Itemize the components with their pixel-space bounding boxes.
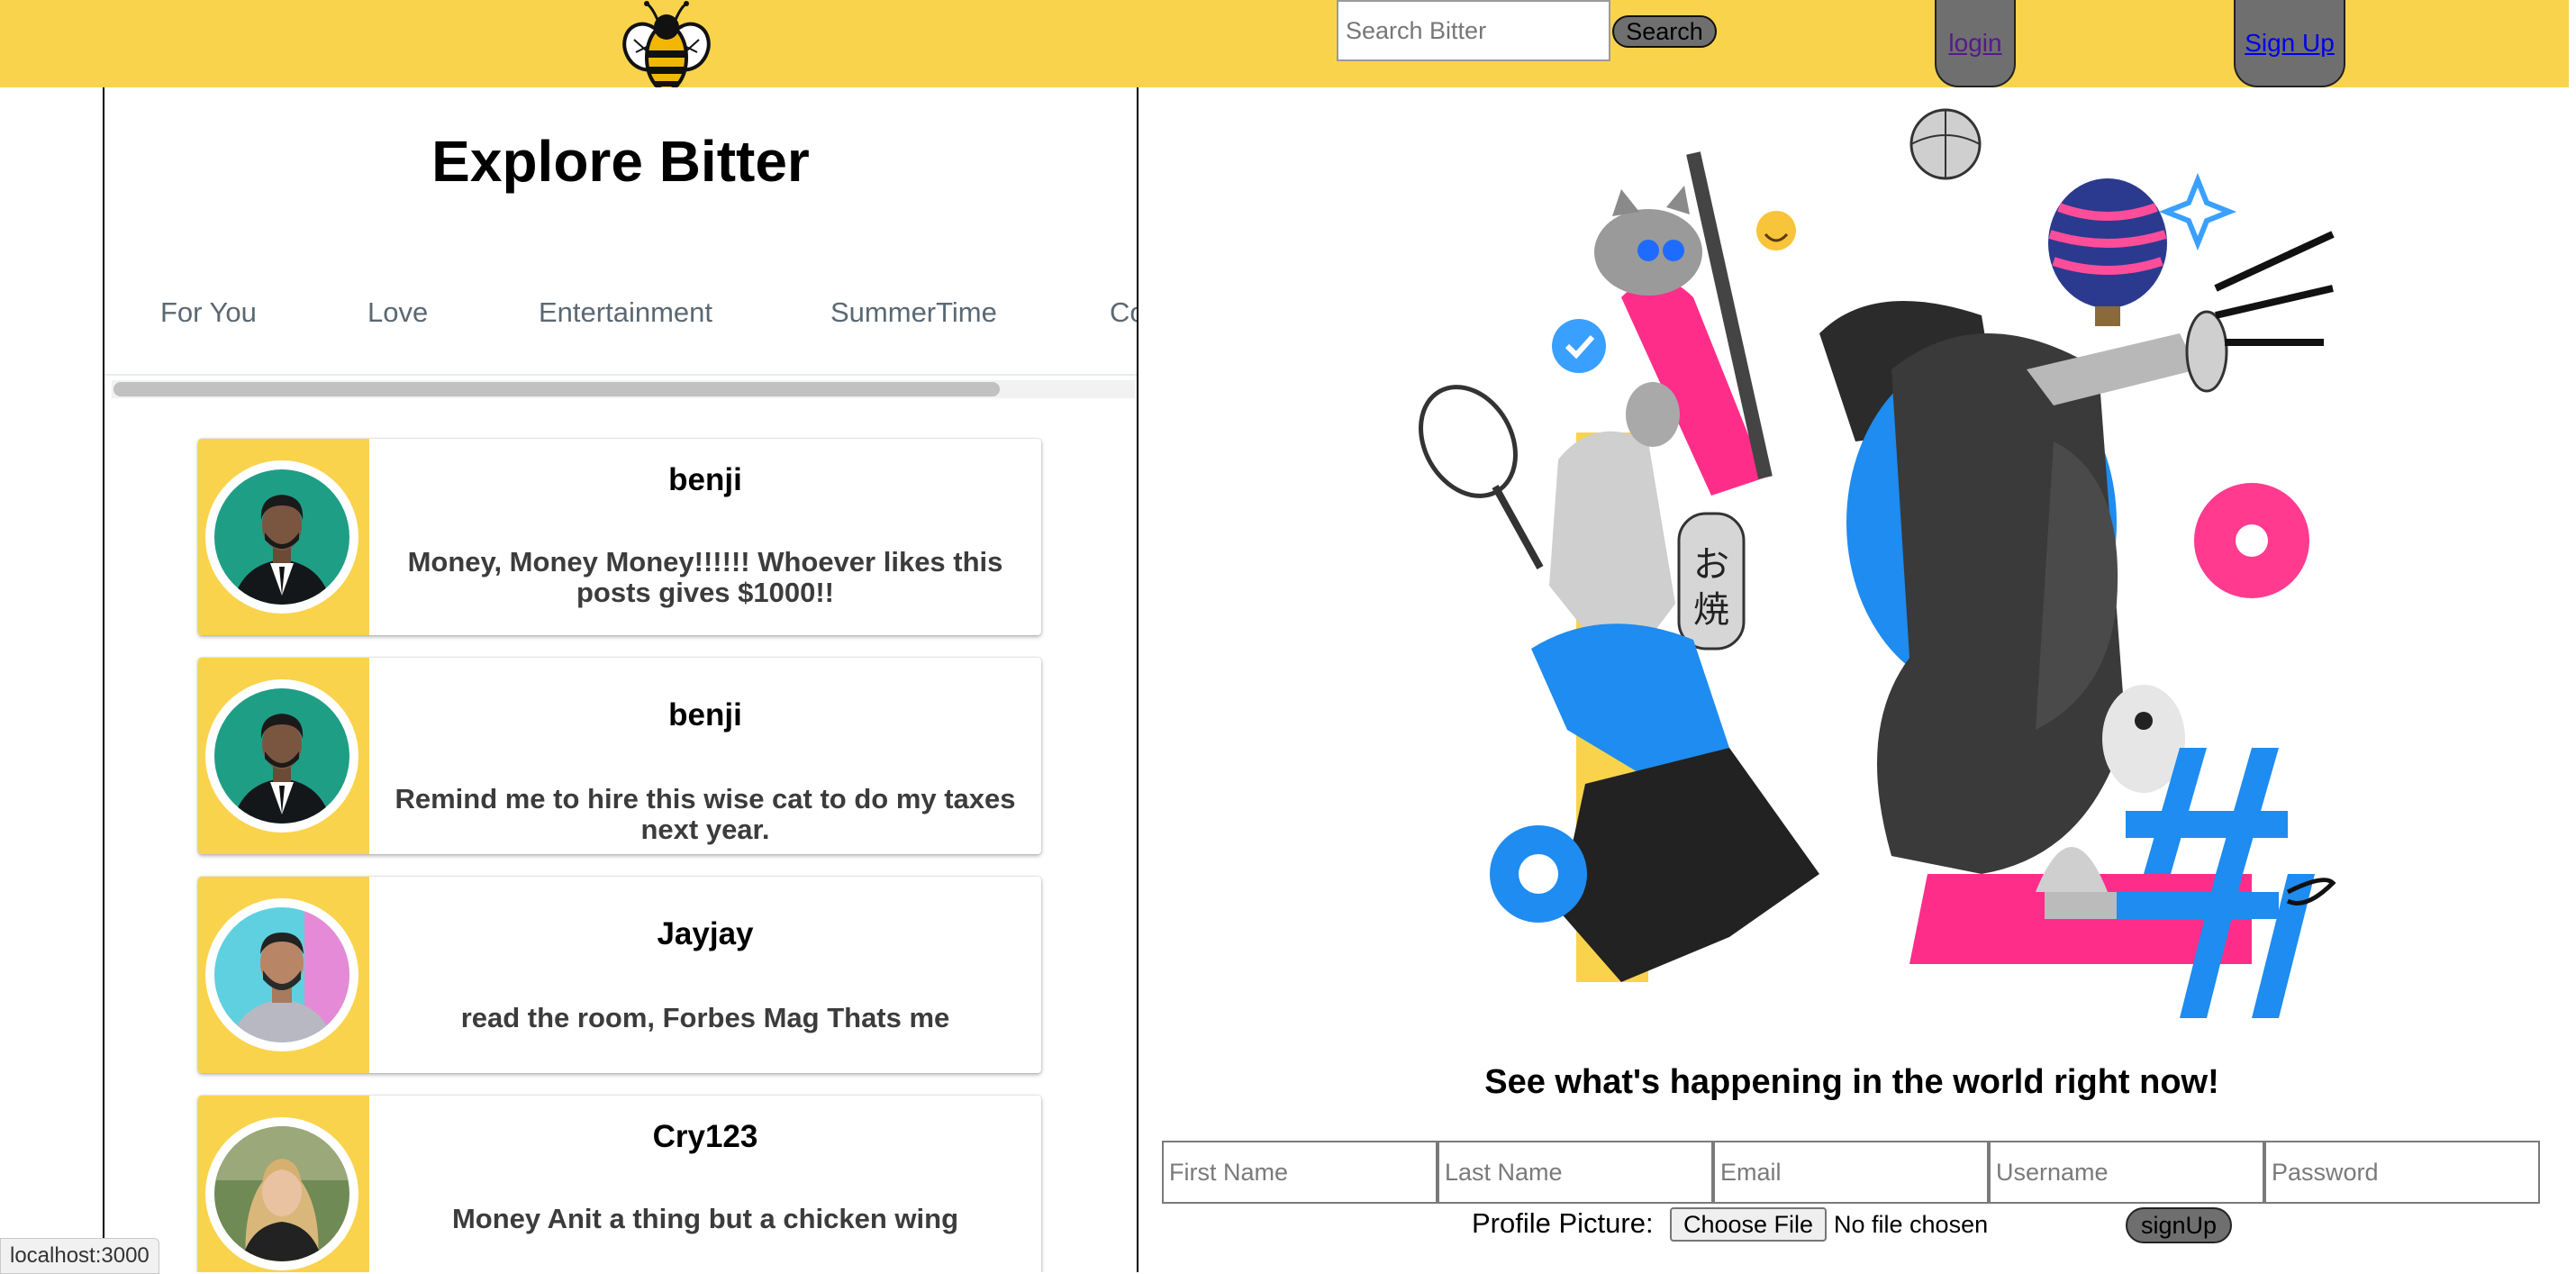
profile-picture-label: Profile Picture: — [1472, 1207, 1654, 1239]
tab-entertainment[interactable]: Entertainment — [539, 296, 712, 329]
tab-for-you[interactable]: For You — [160, 296, 257, 329]
avatar-image — [214, 907, 349, 1042]
verified-badge-icon — [1552, 319, 1606, 373]
post-text: Money, Money Money!!!!!! Whoever likes t… — [407, 546, 1003, 608]
post-avatar-panel — [198, 1096, 369, 1272]
avatar-image — [214, 469, 349, 605]
signup-button[interactable]: Sign Up — [2234, 0, 2345, 87]
bee-icon[interactable] — [621, 0, 712, 96]
tab-love[interactable]: Love — [367, 296, 428, 329]
post-text: Remind me to hire this wise cat to do my… — [395, 783, 1016, 845]
tagline: See what's happening in the world right … — [1484, 1063, 2219, 1101]
tab-co[interactable]: Co — [1110, 296, 1137, 329]
smile-emoji-icon — [1756, 211, 1796, 250]
avatar[interactable] — [205, 1117, 358, 1270]
explore-panel: Explore Bitter For You Love Entertainmen… — [103, 87, 1138, 1272]
sparkle-icon — [2158, 172, 2237, 251]
trumpet-icon — [2027, 333, 2198, 405]
avatar-image — [214, 688, 349, 824]
post-username[interactable]: benji — [369, 462, 1041, 498]
status-url: localhost:3000 — [0, 1238, 159, 1274]
signup-submit-button[interactable]: signUp — [2126, 1207, 2232, 1243]
password-field[interactable] — [2264, 1141, 2540, 1204]
search-button[interactable]: Search — [1612, 15, 1717, 48]
login-button[interactable]: login — [1935, 0, 2016, 87]
username-field[interactable] — [1989, 1141, 2264, 1204]
post-card[interactable]: Jayjay read the room, Forbes Mag Thats m… — [198, 877, 1041, 1073]
svg-text:焼: 焼 — [1693, 589, 1729, 631]
search-input[interactable] — [1337, 0, 1610, 61]
scrollbar-thumb[interactable] — [113, 382, 1000, 396]
post-card[interactable]: Cry123 Money Anit a thing but a chicken … — [198, 1096, 1041, 1272]
avatar[interactable] — [205, 460, 358, 614]
post-avatar-panel — [198, 439, 369, 635]
tab-summertime[interactable]: SummerTime — [830, 296, 997, 329]
post-username[interactable]: benji — [369, 697, 1041, 733]
choose-file-button[interactable]: Choose File — [1670, 1207, 1827, 1242]
post-list: benji Money, Money Money!!!!!! Whoever l… — [198, 439, 1041, 1272]
post-text: Money Anit a thing but a chicken wing — [451, 1203, 959, 1234]
first-name-field[interactable] — [1162, 1141, 1438, 1204]
post-username[interactable]: Cry123 — [369, 1119, 1041, 1155]
post-card[interactable]: benji Money, Money Money!!!!!! Whoever l… — [198, 439, 1041, 635]
avatar-image — [214, 1126, 349, 1261]
file-status-text: No file chosen — [1834, 1211, 1989, 1238]
post-text: read the room, Forbes Mag Thats me — [460, 1002, 950, 1033]
tennis-racket — [1419, 385, 1518, 498]
post-avatar-panel — [198, 877, 369, 1073]
avatar[interactable] — [205, 679, 358, 833]
post-username[interactable]: Jayjay — [369, 916, 1041, 952]
hero-collage-image: お 焼 — [1419, 108, 2336, 1018]
category-tabs: For You Love Entertainment SummerTime Co — [104, 277, 1137, 376]
avatar[interactable] — [205, 898, 358, 1051]
post-card[interactable]: benji Remind me to hire this wise cat to… — [198, 658, 1041, 854]
svg-text:お: お — [1693, 544, 1729, 586]
signup-link[interactable]: Sign Up — [2245, 29, 2335, 58]
top-navbar: Search login Sign Up — [0, 0, 2569, 96]
tabs-divider — [104, 374, 1137, 376]
capitol-dome — [2036, 847, 2108, 892]
post-avatar-panel — [198, 658, 369, 854]
login-link[interactable]: login — [1948, 29, 2001, 58]
last-name-field[interactable] — [1438, 1141, 1713, 1204]
email-field[interactable] — [1713, 1141, 1989, 1204]
page-title: Explore Bitter — [431, 129, 810, 194]
